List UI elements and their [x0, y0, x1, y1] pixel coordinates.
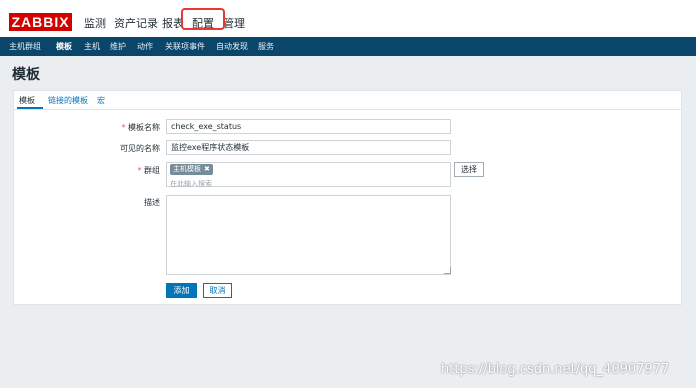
visible-name-label: 可见的名称	[120, 144, 160, 153]
subnav-discovery[interactable]: 自动发现	[216, 41, 248, 52]
tab-template[interactable]: 模板	[19, 95, 35, 106]
tab-macros[interactable]: 宏	[97, 95, 105, 106]
sub-nav: 主机群组 模板 主机 维护 动作 关联项事件 自动发现 服务	[0, 37, 696, 56]
template-name-label: * 模板名称	[121, 123, 160, 132]
nav-inventory[interactable]: 资产记录	[114, 15, 158, 31]
subnav-maintenance[interactable]: 维护	[110, 41, 126, 52]
select-button[interactable]: 选择	[454, 162, 484, 177]
watermark-text: https://blog.csdn.net/qq_40907977	[441, 362, 670, 377]
groups-multiselect[interactable]: 主机模板 ✖ 在此输入搜索	[166, 162, 451, 188]
highlight-box	[181, 8, 225, 30]
description-label: 描述	[144, 198, 160, 207]
description-textarea[interactable]	[166, 195, 451, 275]
subnav-templates[interactable]: 模板	[56, 41, 72, 52]
groups-label: * 群组	[137, 166, 160, 175]
add-button[interactable]: 添加	[166, 283, 197, 298]
top-bar: ZABBIX 监测 资产记录 报表 配置 管理	[0, 0, 696, 37]
visible-name-input[interactable]: 监控exe程序状态模板	[166, 140, 451, 155]
subnav-event-correlation[interactable]: 关联项事件	[165, 41, 205, 52]
subnav-host-groups[interactable]: 主机群组	[9, 41, 41, 52]
subnav-actions[interactable]: 动作	[137, 41, 153, 52]
resize-handle-icon[interactable]	[444, 267, 451, 274]
subnav-services[interactable]: 服务	[258, 41, 274, 52]
chip-remove-icon[interactable]: ✖	[204, 165, 210, 173]
page-title: 模板	[12, 67, 40, 83]
cancel-button[interactable]: 取消	[203, 283, 232, 298]
group-chip: 主机模板 ✖	[170, 164, 213, 175]
tab-divider	[14, 109, 681, 110]
form-card: 模板 链接的模板 宏 * 模板名称 check_exe_status 可见的名称…	[13, 90, 682, 305]
nav-monitoring[interactable]: 监测	[84, 15, 106, 31]
template-name-input[interactable]: check_exe_status	[166, 119, 451, 134]
zabbix-logo[interactable]: ZABBIX	[9, 13, 72, 31]
groups-search-placeholder[interactable]: 在此输入搜索	[170, 177, 212, 191]
subnav-hosts[interactable]: 主机	[84, 41, 100, 52]
nav-administration[interactable]: 管理	[223, 15, 245, 31]
tab-linked-templates[interactable]: 链接的模板	[48, 95, 88, 106]
